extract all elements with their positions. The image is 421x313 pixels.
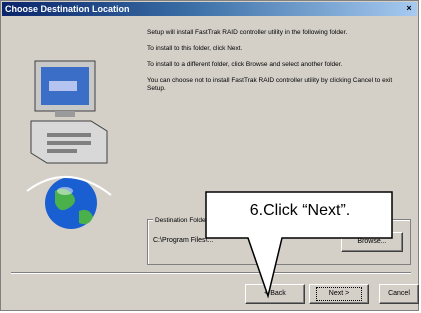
computer-globe-icon — [26, 60, 112, 229]
next-button[interactable]: Next > — [309, 284, 369, 304]
next-button-label: Next > — [316, 287, 362, 301]
instructions: Setup will install FastTrak RAID control… — [147, 29, 409, 101]
title-bar: Choose Destination Location × — [2, 2, 417, 16]
instruction-paragraph: To install to a different folder, click … — [147, 61, 343, 68]
instruction-paragraph: Setup will install FastTrak RAID control… — [147, 29, 348, 36]
destination-path: C:\Program Files\... — [153, 237, 214, 244]
destination-label: Destination Folder — [153, 217, 210, 224]
divider — [11, 272, 411, 274]
browse-button[interactable]: Browse... — [341, 232, 403, 252]
instruction-paragraph: To install to this folder, click Next. — [147, 45, 243, 52]
cancel-button[interactable]: Cancel — [379, 284, 419, 304]
back-button[interactable]: < Back — [245, 284, 305, 304]
close-icon[interactable]: × — [404, 3, 414, 14]
callout-text: 6.Click “Next”. — [249, 202, 351, 219]
window-title: Choose Destination Location — [5, 4, 130, 14]
setup-dialog: Choose Destination Location × Setup will… — [0, 0, 419, 311]
instruction-paragraph: You can choose not to install FastTrak R… — [147, 77, 393, 92]
